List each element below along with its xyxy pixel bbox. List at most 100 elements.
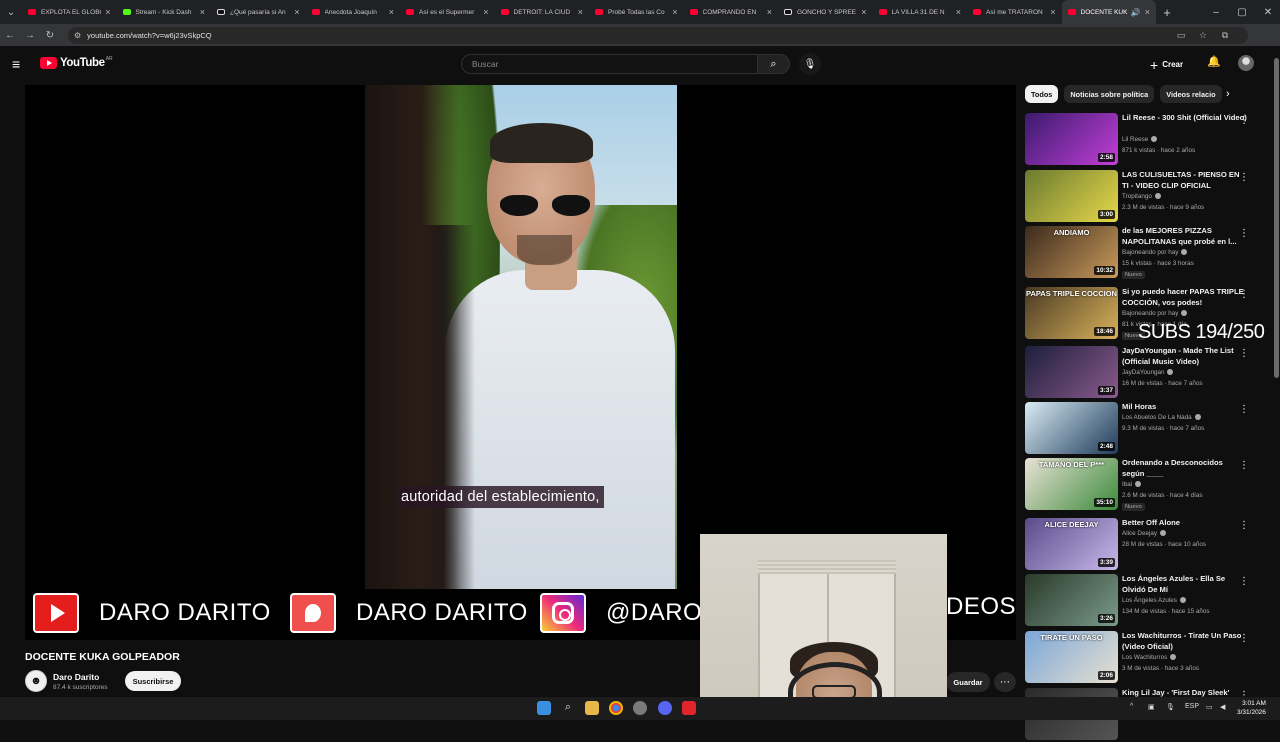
voice-search-icon[interactable]: 🎙 xyxy=(799,53,821,75)
bookmark-star-icon[interactable]: ☆ xyxy=(1192,30,1214,41)
browser-tab[interactable]: LA VILLA 31 DE N × xyxy=(873,0,968,24)
close-tab-icon[interactable]: × xyxy=(200,7,205,17)
reload-icon[interactable]: ↻ xyxy=(40,30,60,41)
taskbar-search-icon[interactable]: ⌕ xyxy=(561,701,575,715)
recommendation-title[interactable]: Los Wachiturros - Tirate Un Paso (Video … xyxy=(1122,631,1247,652)
recommendation-item[interactable]: 3:26 Los Ángeles Azules - Ella Se Olvidó … xyxy=(1025,574,1260,628)
more-options-icon[interactable]: ⋮ xyxy=(1239,115,1249,126)
more-options-icon[interactable]: ⋮ xyxy=(1239,289,1249,300)
more-options-icon[interactable]: ⋮ xyxy=(1239,460,1249,471)
recommendation-title[interactable]: de las MEJORES PIZZAS NAPOLITANAS que pr… xyxy=(1122,226,1247,247)
more-actions-icon[interactable]: ⋯ xyxy=(994,672,1016,692)
minimize-icon[interactable]: – xyxy=(1203,0,1229,24)
video-thumbnail[interactable]: ANDIAMO 10:32 xyxy=(1025,226,1118,278)
recommendation-title[interactable]: Mil Horas xyxy=(1122,402,1247,413)
video-thumbnail[interactable]: 3:26 xyxy=(1025,574,1118,626)
close-tab-icon[interactable]: × xyxy=(105,7,110,17)
language-indicator[interactable]: ESP xyxy=(1185,703,1199,710)
chevron-right-icon[interactable]: › xyxy=(1226,88,1230,100)
tray-mic-icon[interactable]: 🎙 xyxy=(1166,703,1175,711)
taskbar-clock[interactable]: 3:01 AM 3/31/2026 xyxy=(1237,699,1266,717)
subscribe-button[interactable]: Suscribirse xyxy=(125,671,181,691)
tray-app-icon[interactable]: ▣ xyxy=(1148,703,1155,711)
recommendation-title[interactable]: Ordenando a Desconocidos según ____ xyxy=(1122,458,1247,479)
more-options-icon[interactable]: ⋮ xyxy=(1239,633,1249,644)
more-options-icon[interactable]: ⋮ xyxy=(1239,228,1249,239)
video-thumbnail[interactable]: 2:48 xyxy=(1025,402,1118,454)
browser-tab[interactable]: ¿Qué pasaría si An × xyxy=(211,0,306,24)
video-thumbnail[interactable]: ALICE DEEJAY 3:39 xyxy=(1025,518,1118,570)
more-options-icon[interactable]: ⋮ xyxy=(1239,520,1249,531)
back-icon[interactable]: ← xyxy=(0,30,20,41)
filter-chip[interactable]: Noticias sobre política xyxy=(1064,85,1155,103)
recommendation-channel[interactable]: Alice Deejay xyxy=(1122,530,1166,537)
video-frame[interactable] xyxy=(365,85,677,589)
menu-icon[interactable]: ≡ xyxy=(12,56,20,72)
video-thumbnail[interactable]: 3:37 xyxy=(1025,346,1118,398)
browser-tab[interactable]: Anecdota Joaquín × xyxy=(306,0,401,24)
extensions-icon[interactable]: ⧉ xyxy=(1214,30,1236,41)
video-thumbnail[interactable]: TAMAÑO DEL P*** 35:10 xyxy=(1025,458,1118,510)
browser-tab[interactable]: DOCENTE KUK 🔊 × xyxy=(1061,0,1156,24)
browser-tab[interactable]: Stream - Kick Dash × xyxy=(117,0,212,24)
recommendation-item[interactable]: TIRATE UN PASO 2:06 Los Wachiturros - Tira… xyxy=(1025,631,1260,685)
browser-tab[interactable]: EXPLOTA EL GLOBO × xyxy=(22,0,117,24)
volume-icon[interactable]: ◀ xyxy=(1220,703,1225,711)
chrome-icon[interactable] xyxy=(609,701,623,715)
recommendation-item[interactable]: ANDIAMO 10:32 de las MEJORES PIZZAS NAPOLI… xyxy=(1025,226,1260,280)
close-tab-icon[interactable]: × xyxy=(294,7,299,17)
recommendation-channel[interactable]: Bajoneando por hay xyxy=(1122,310,1188,317)
recommendation-title[interactable]: Si yo puedo hacer PAPAS TRIPLE COCCIÓN, … xyxy=(1122,287,1247,308)
network-icon[interactable]: ▭ xyxy=(1206,703,1213,711)
filter-chip[interactable]: Videos relacio xyxy=(1160,85,1222,103)
search-input[interactable]: Buscar xyxy=(461,54,758,74)
close-tab-icon[interactable]: × xyxy=(389,7,394,17)
account-avatar[interactable] xyxy=(1238,55,1254,71)
search-button[interactable]: ⌕ xyxy=(757,54,790,74)
recommendation-title[interactable]: Lil Reese - 300 Shit (Official Video) xyxy=(1122,113,1247,124)
recommendation-channel[interactable]: Ibai xyxy=(1122,481,1142,488)
forward-icon[interactable]: → xyxy=(20,30,40,41)
tab-search-icon[interactable]: ⌄ xyxy=(0,0,22,24)
video-thumbnail[interactable]: TIRATE UN PASO 2:06 xyxy=(1025,631,1118,683)
filter-chip[interactable]: Todos xyxy=(1025,85,1059,103)
browser-tab[interactable]: DETROIT: LA CIUD × xyxy=(495,0,590,24)
recommendation-item[interactable]: 3:00 LAS CULISUELTAS - PIENSO EN TI - VID… xyxy=(1025,170,1260,224)
address-bar[interactable]: ⚙ youtube.com/watch?v=w6j23vSkpCQ xyxy=(68,26,1248,44)
recommendation-item[interactable]: 3:37 JayDaYoungan - Made The List (Offici… xyxy=(1025,346,1260,400)
recommendation-title[interactable]: Better Off Alone xyxy=(1122,518,1247,529)
close-tab-icon[interactable]: × xyxy=(767,7,772,17)
new-tab-button[interactable]: + xyxy=(1156,5,1178,20)
browser-tab[interactable]: GONCHO Y SPREE × xyxy=(778,0,873,24)
cast-icon[interactable]: ▭ xyxy=(1170,30,1192,41)
speaker-icon[interactable]: 🔊 xyxy=(1131,8,1141,17)
youtube-logo[interactable]: YouTube AR xyxy=(40,56,113,69)
notifications-bell-icon[interactable]: 🔔 xyxy=(1207,55,1221,68)
file-explorer-icon[interactable] xyxy=(585,701,599,715)
recommendation-channel[interactable]: Los Ángeles Azules xyxy=(1122,597,1186,604)
recommendation-channel[interactable]: Los Abuelos De La Nada xyxy=(1122,414,1201,421)
close-tab-icon[interactable]: × xyxy=(861,7,866,17)
video-thumbnail[interactable]: 3:00 xyxy=(1025,170,1118,222)
more-options-icon[interactable]: ⋮ xyxy=(1239,576,1249,587)
taskbar-red-app-icon[interactable] xyxy=(682,701,696,715)
discord-icon[interactable] xyxy=(658,701,672,715)
close-tab-icon[interactable]: × xyxy=(483,7,488,17)
recommendation-channel[interactable]: Tropitango xyxy=(1122,193,1161,200)
recommendation-channel[interactable]: Lil Reese xyxy=(1122,136,1158,143)
recommendation-item[interactable]: 2:58 Lil Reese - 300 Shit (Official Video… xyxy=(1025,113,1260,167)
maximize-icon[interactable]: ▢ xyxy=(1229,0,1255,24)
create-button[interactable]: + Crear xyxy=(1150,55,1183,74)
recommendation-title[interactable]: LAS CULISUELTAS - PIENSO EN TI - VIDEO C… xyxy=(1122,170,1247,191)
recommendation-item[interactable]: 2:48 Mil Horas Los Abuelos De La Nada 9.3 M… xyxy=(1025,402,1260,456)
recommendation-item[interactable]: TAMAÑO DEL P*** 35:10 Ordenando a Desconoc… xyxy=(1025,458,1260,512)
close-tab-icon[interactable]: × xyxy=(672,7,677,17)
close-tab-icon[interactable]: × xyxy=(956,7,961,17)
video-thumbnail[interactable]: 2:58 xyxy=(1025,113,1118,165)
site-info-icon[interactable]: ⚙ xyxy=(74,31,81,40)
recommendation-channel[interactable]: JayDaYoungan xyxy=(1122,369,1174,376)
page-scrollbar-thumb[interactable] xyxy=(1274,58,1279,378)
close-tab-icon[interactable]: × xyxy=(1050,7,1055,17)
browser-tab[interactable]: Probé Todas las Co × xyxy=(589,0,684,24)
close-tab-icon[interactable]: × xyxy=(1145,7,1150,17)
